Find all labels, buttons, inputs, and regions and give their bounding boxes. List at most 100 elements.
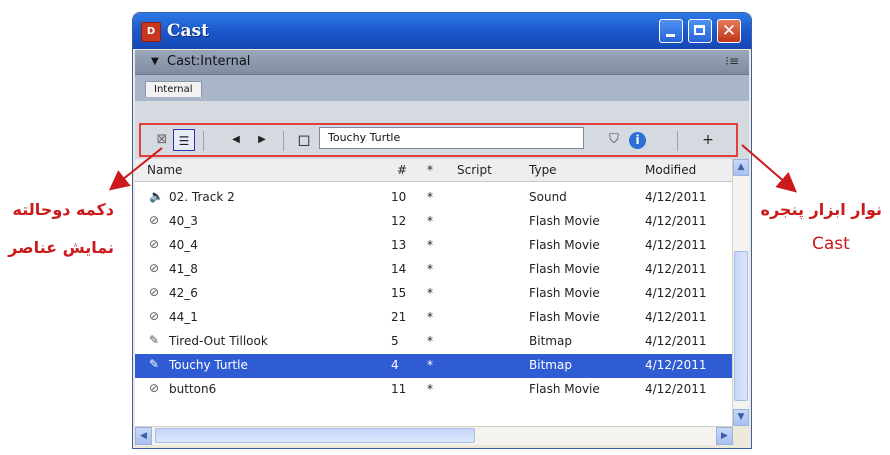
cast-tabs: Internal: [135, 75, 749, 101]
vertical-scrollbar[interactable]: ▲ ▼: [732, 159, 749, 426]
maximize-icon: [694, 25, 705, 35]
list-view-icon[interactable]: ☰: [173, 129, 195, 151]
scroll-up-icon[interactable]: ▲: [733, 159, 749, 176]
member-modified: 4/12/2011: [645, 310, 707, 324]
toolbar-separator: [203, 131, 204, 151]
member-star: *: [427, 358, 433, 372]
horizontal-scrollbar[interactable]: ◀ ▶: [135, 426, 733, 445]
member-star: *: [427, 310, 433, 324]
collapse-triangle-icon[interactable]: ▼: [151, 56, 159, 67]
member-star: *: [427, 262, 433, 276]
member-type-icon: ✎: [149, 357, 160, 371]
scroll-left-icon[interactable]: ◀: [135, 427, 152, 445]
close-icon: ✕: [721, 21, 737, 41]
window-title: Cast: [167, 21, 209, 41]
member-modified: 4/12/2011: [645, 382, 707, 396]
member-number: 13: [391, 238, 407, 252]
member-type: Flash Movie: [529, 214, 600, 228]
list-item[interactable]: ⊘ 44_1 21 * Flash Movie 4/12/2011: [135, 306, 733, 330]
minimize-icon: [666, 34, 675, 37]
member-type-icon: ⊘: [149, 309, 160, 323]
minimize-button[interactable]: [659, 19, 683, 43]
cast-panel-header[interactable]: ▼ Cast:Internal ⁝≡: [135, 50, 749, 75]
member-star: *: [427, 382, 433, 396]
drag-member-icon[interactable]: ◻: [293, 129, 315, 151]
cast-window: D Cast ✕ ▼ Cast:Internal ⁝≡ Internal ⊠ ☰…: [132, 12, 752, 449]
member-modified: 4/12/2011: [645, 238, 707, 252]
member-modified: 4/12/2011: [645, 214, 707, 228]
list-item[interactable]: 🔈 02. Track 2 10 * Sound 4/12/2011: [135, 186, 733, 210]
list-item[interactable]: ⊘ 40_3 12 * Flash Movie 4/12/2011: [135, 210, 733, 234]
info-icon[interactable]: i: [629, 132, 646, 149]
member-name: Tired-Out Tillook: [169, 334, 268, 348]
scroll-down-icon[interactable]: ▼: [733, 409, 749, 426]
previous-member-icon[interactable]: ◀: [225, 129, 247, 151]
thumbnail-view-icon[interactable]: ⊠: [151, 129, 173, 151]
toolbar-separator: [283, 131, 284, 151]
list-item[interactable]: ✎ Tired-Out Tillook 5 * Bitmap 4/12/2011: [135, 330, 733, 354]
annotation-toolbar-line2: Cast: [812, 234, 850, 254]
scroll-right-icon[interactable]: ▶: [716, 427, 733, 445]
cast-panel-label: Cast:Internal: [167, 54, 251, 69]
member-name: 44_1: [169, 310, 198, 324]
panel-options-icon[interactable]: ⁝≡: [725, 54, 739, 68]
annotation-toggle-button-line2: نمایش عناصر: [8, 238, 114, 257]
cast-member-list: 🔈 02. Track 2 10 * Sound 4/12/2011 ⊘ 40_3 12 * Fla…: [135, 182, 733, 426]
member-star: *: [427, 238, 433, 252]
member-number: 14: [391, 262, 407, 276]
member-type: Flash Movie: [529, 238, 600, 252]
member-type-icon: ⊘: [149, 237, 160, 251]
member-modified: 4/12/2011: [645, 190, 707, 204]
column-header-star[interactable]: *: [427, 163, 433, 177]
new-cast-button[interactable]: +: [697, 129, 719, 151]
list-header: Name # * Script Type Modified: [135, 159, 733, 182]
close-button[interactable]: ✕: [717, 19, 741, 43]
member-type-icon: ⊘: [149, 381, 160, 395]
column-header-name[interactable]: Name: [147, 163, 182, 177]
column-header-number[interactable]: #: [397, 163, 407, 177]
vertical-scroll-thumb[interactable]: [734, 251, 748, 401]
maximize-button[interactable]: [688, 19, 712, 43]
member-name: 42_6: [169, 286, 198, 300]
director-icon: D: [141, 22, 161, 42]
member-name: button6: [169, 382, 217, 396]
column-header-type[interactable]: Type: [529, 163, 557, 177]
member-type: Bitmap: [529, 334, 572, 348]
member-name-field[interactable]: Touchy Turtle: [319, 127, 584, 149]
tab-internal[interactable]: Internal: [145, 81, 202, 97]
member-type-icon: ✎: [149, 333, 160, 347]
member-type: Sound: [529, 190, 567, 204]
list-item[interactable]: ✎ Touchy Turtle 4 * Bitmap 4/12/2011: [135, 354, 733, 378]
member-modified: 4/12/2011: [645, 358, 707, 372]
member-name: 02. Track 2: [169, 190, 235, 204]
member-name: 40_4: [169, 238, 198, 252]
horizontal-scroll-thumb[interactable]: [155, 428, 475, 443]
member-type-icon: ⊘: [149, 285, 160, 299]
title-bar[interactable]: D Cast ✕: [133, 13, 751, 49]
script-icon[interactable]: ⛉: [601, 129, 627, 151]
member-type: Flash Movie: [529, 310, 600, 324]
annotation-toggle-button-line1: دکمه دوحالته: [12, 200, 114, 219]
column-header-script[interactable]: Script: [457, 163, 492, 177]
member-modified: 4/12/2011: [645, 262, 707, 276]
cast-toolbar: ⊠ ☰ ◀ ▶ ◻ Touchy Turtle ⛉ i +: [135, 101, 749, 159]
list-item[interactable]: ⊘ button6 11 * Flash Movie 4/12/2011: [135, 378, 733, 402]
next-member-icon[interactable]: ▶: [251, 129, 273, 151]
list-item[interactable]: ⊘ 42_6 15 * Flash Movie 4/12/2011: [135, 282, 733, 306]
list-item[interactable]: ⊘ 41_8 14 * Flash Movie 4/12/2011: [135, 258, 733, 282]
toolbar-separator: [677, 131, 678, 151]
list-item[interactable]: ⊘ 40_4 13 * Flash Movie 4/12/2011: [135, 234, 733, 258]
member-star: *: [427, 190, 433, 204]
member-name: 40_3: [169, 214, 198, 228]
member-type-icon: ⊘: [149, 261, 160, 275]
member-modified: 4/12/2011: [645, 286, 707, 300]
member-number: 12: [391, 214, 407, 228]
column-header-modified[interactable]: Modified: [645, 163, 696, 177]
member-name: Touchy Turtle: [169, 358, 248, 372]
member-number: 11: [391, 382, 407, 396]
member-type: Flash Movie: [529, 262, 600, 276]
member-name: 41_8: [169, 262, 198, 276]
member-number: 10: [391, 190, 407, 204]
annotation-toolbar-line1: نوار ابزار پنجره: [760, 200, 882, 219]
member-number: 21: [391, 310, 407, 324]
